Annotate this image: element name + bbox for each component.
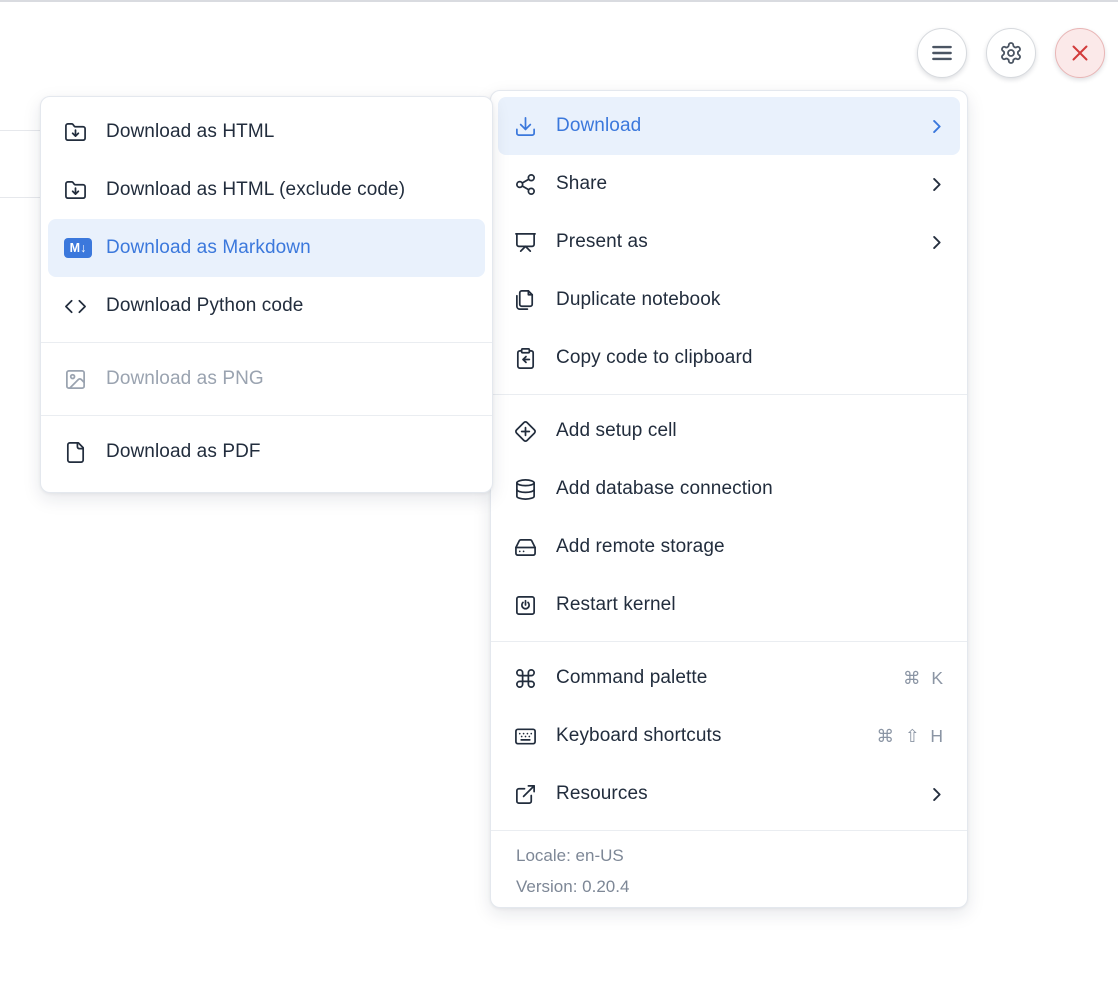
folder-down-icon — [64, 121, 92, 144]
command-icon — [514, 667, 542, 690]
database-icon — [514, 478, 542, 501]
shortcut-hint: ⌘ K — [903, 668, 946, 689]
menu-item-label: Download Python code — [106, 295, 471, 317]
menu-section: Download Share Present as Duplicate noteboo… — [491, 91, 967, 394]
menu-item-label: Present as — [556, 231, 913, 253]
folder-down-icon — [64, 179, 92, 202]
image-icon — [64, 368, 92, 391]
menu-item-label: Add setup cell — [556, 420, 946, 442]
menu-item-add-database-connection[interactable]: Add database connection — [498, 460, 960, 518]
code-icon — [64, 295, 92, 318]
square-power-icon — [514, 594, 542, 617]
presentation-icon — [514, 231, 542, 254]
notebook-actions-menu: Download Share Present as Duplicate noteboo… — [490, 90, 968, 908]
menu-item-keyboard-shortcuts[interactable]: Keyboard shortcuts ⌘ ⇧ H — [498, 707, 960, 765]
menu-item-share[interactable]: Share — [498, 155, 960, 213]
menu-item-label: Keyboard shortcuts — [556, 725, 862, 747]
shortcut-hint: ⌘ ⇧ H — [876, 726, 946, 747]
chevron-right-icon — [927, 785, 946, 804]
download-icon — [514, 115, 542, 138]
chevron-right-icon — [927, 175, 946, 194]
menu-item-label: Download as PNG — [106, 368, 471, 390]
background-cell-line — [0, 197, 42, 198]
file-icon — [64, 441, 92, 464]
menu-item-label: Restart kernel — [556, 594, 946, 616]
menu-item-download-python-code[interactable]: Download Python code — [48, 277, 485, 335]
markdown-icon: M↓ — [64, 238, 92, 258]
menu-item-label: Download as HTML — [106, 121, 471, 143]
menu-item-restart-kernel[interactable]: Restart kernel — [498, 576, 960, 634]
menu-item-command-palette[interactable]: Command palette ⌘ K — [498, 649, 960, 707]
menu-item-label: Add database connection — [556, 478, 946, 500]
menu-item-label: Add remote storage — [556, 536, 946, 558]
diamond-plus-icon — [514, 420, 542, 443]
menu-section: Download as PDF — [41, 415, 492, 488]
menu-item-label: Copy code to clipboard — [556, 347, 946, 369]
menu-item-copy-code-to-clipboard[interactable]: Copy code to clipboard — [498, 329, 960, 387]
menu-item-resources[interactable]: Resources — [498, 765, 960, 823]
version-text: Version: 0.20.4 — [516, 871, 967, 902]
menu-item-download-as-html[interactable]: Download as HTML — [48, 103, 485, 161]
menu-section: Download as HTML Download as HTML (exclud… — [41, 97, 492, 342]
settings-button[interactable] — [986, 28, 1036, 78]
chevron-right-icon — [927, 233, 946, 252]
gear-icon — [999, 41, 1023, 65]
menu-section: Add setup cell Add database connection Add… — [491, 394, 967, 641]
share-icon — [514, 173, 542, 196]
top-border — [0, 0, 1118, 2]
clipboard-copy-icon — [514, 347, 542, 370]
notebook-toolbar — [917, 28, 1105, 78]
menu-item-duplicate-notebook[interactable]: Duplicate notebook — [498, 271, 960, 329]
menu-item-label: Download — [556, 115, 913, 137]
menu-item-download-as-markdown[interactable]: M↓ Download as Markdown — [48, 219, 485, 277]
notebook-background: Download Share Present as Duplicate noteboo… — [0, 0, 1118, 984]
menu-item-download-as-html-exclude-code[interactable]: Download as HTML (exclude code) — [48, 161, 485, 219]
menu-item-present-as[interactable]: Present as — [498, 213, 960, 271]
copy-icon — [514, 289, 542, 312]
keyboard-icon — [514, 725, 542, 748]
external-link-icon — [514, 783, 542, 806]
menu-footer: Locale: en-US Version: 0.20.4 — [491, 830, 967, 908]
menu-item-label: Download as Markdown — [106, 237, 471, 259]
menu-item-download-as-pdf[interactable]: Download as PDF — [48, 423, 485, 481]
menu-icon — [929, 40, 955, 66]
close-icon — [1068, 41, 1092, 65]
menu-item-label: Resources — [556, 783, 913, 805]
close-button[interactable] — [1055, 28, 1105, 78]
menu-item-label: Share — [556, 173, 913, 195]
menu-item-label: Download as PDF — [106, 441, 471, 463]
download-submenu: Download as HTML Download as HTML (exclud… — [40, 96, 493, 493]
menu-item-download-as-png: Download as PNG — [48, 350, 485, 408]
menu-section: Command palette ⌘ K Keyboard shortcuts ⌘ ⇧ … — [491, 641, 967, 830]
menu-item-download[interactable]: Download — [498, 97, 960, 155]
background-cell-line — [0, 130, 42, 131]
hard-drive-icon — [514, 536, 542, 559]
chevron-right-icon — [927, 117, 946, 136]
menu-item-add-setup-cell[interactable]: Add setup cell — [498, 402, 960, 460]
menu-button[interactable] — [917, 28, 967, 78]
menu-section: Download as PNG — [41, 342, 492, 415]
menu-item-label: Command palette — [556, 667, 889, 689]
menu-item-add-remote-storage[interactable]: Add remote storage — [498, 518, 960, 576]
locale-text: Locale: en-US — [516, 840, 967, 871]
menu-item-label: Download as HTML (exclude code) — [106, 179, 471, 201]
menu-item-label: Duplicate notebook — [556, 289, 946, 311]
